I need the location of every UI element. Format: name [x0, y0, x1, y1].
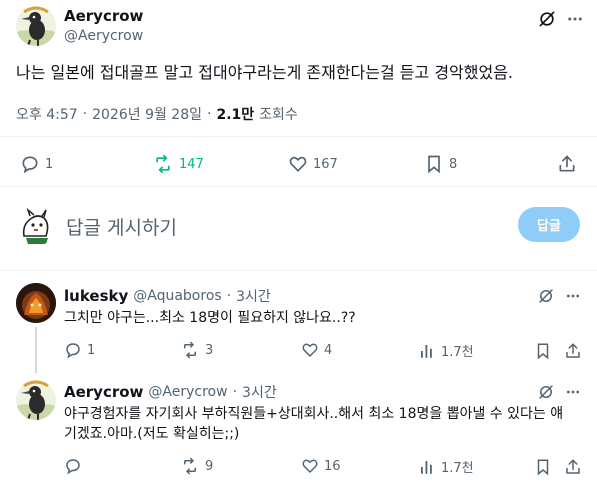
like-count: 167 — [313, 156, 338, 172]
separator-dot: · — [232, 384, 238, 400]
like-button[interactable]: 4 — [301, 341, 332, 359]
views-chart-icon — [421, 460, 432, 474]
more-options-icon[interactable] — [563, 7, 587, 31]
bookmark-button[interactable]: 8 — [424, 154, 457, 174]
views-count: 2.1만 — [216, 107, 255, 123]
repost-icon — [184, 457, 196, 475]
like-count: 16 — [324, 458, 341, 474]
share-icon[interactable] — [563, 341, 583, 361]
reply-icon — [66, 459, 80, 475]
views-button[interactable]: 1.7천 — [418, 457, 474, 476]
divider — [0, 186, 597, 187]
reply-time[interactable]: 3시간 — [242, 382, 277, 402]
heart-icon — [289, 156, 307, 172]
reply-text-line: 기겠죠.아마.(저도 확실히는;;) — [64, 426, 240, 442]
author-name[interactable]: Aerycrow — [64, 7, 143, 25]
views-button[interactable]: 1.7천 — [418, 341, 474, 360]
repost-icon — [156, 154, 170, 174]
divider — [0, 136, 597, 137]
share-icon[interactable] — [563, 457, 583, 477]
repost-button[interactable]: 9 — [180, 457, 213, 475]
heart-icon — [302, 343, 318, 358]
reply-header: Aerycrow @Aerycrow · 3시간 — [64, 382, 277, 402]
views-label: 조회수 — [259, 107, 298, 123]
heart-icon — [302, 459, 318, 474]
repost-button[interactable]: 147 — [152, 154, 204, 174]
reply-submit-button[interactable]: 답글 — [518, 207, 580, 242]
repost-count: 3 — [205, 342, 214, 358]
repost-count: 9 — [205, 458, 214, 474]
crow-avatar-image — [16, 380, 56, 420]
reply-text-line: 야구경험자를 자기회사 부하직원들+상대회사..해서 최소 18명을 뽑아낼 수… — [64, 406, 564, 422]
author-avatar[interactable] — [16, 6, 56, 46]
post-meta: 오후 4:57 · 2026년 9월 28일 · 2.1만 조회수 — [16, 104, 298, 124]
post-time[interactable]: 오후 4:57 — [16, 104, 78, 124]
like-count: 4 — [324, 342, 333, 358]
my-avatar[interactable] — [16, 206, 56, 246]
reply-button[interactable] — [64, 457, 87, 475]
reply-icon — [22, 156, 38, 174]
grok-icon[interactable] — [535, 285, 557, 307]
grok-icon[interactable] — [535, 7, 559, 31]
views-count: 1.7천 — [441, 345, 474, 360]
reply-time[interactable]: 3시간 — [236, 286, 271, 306]
like-button[interactable]: 16 — [301, 457, 341, 475]
bookmark-icon[interactable] — [533, 341, 553, 361]
bookmark-icon[interactable] — [533, 457, 553, 477]
divider — [0, 270, 597, 271]
separator-dot: · — [82, 106, 88, 122]
separator-dot: · — [226, 288, 232, 304]
post-date[interactable]: 2026년 9월 28일 — [92, 104, 202, 124]
bookmark-icon — [428, 155, 440, 174]
fire-avatar-image — [16, 283, 56, 323]
reply-text: 그치만 야구는...최소 18명이 필요하지 않나요..?? — [64, 310, 356, 326]
reply-text: 야구경험자를 자기회사 부하직원들+상대회사..해서 최소 18명을 뽑아낼 수… — [64, 404, 589, 444]
reply-button[interactable]: 1 — [64, 341, 95, 359]
repost-count: 147 — [179, 156, 204, 172]
reply-count: 1 — [45, 156, 54, 172]
more-options-icon[interactable] — [562, 381, 584, 403]
grok-icon[interactable] — [535, 381, 557, 403]
crow-avatar-image — [16, 6, 56, 46]
reply-author-handle[interactable]: @Aquaboros — [133, 288, 221, 304]
more-options-icon[interactable] — [562, 285, 584, 307]
post-text: 나는 일본에 접대골프 말고 접대야구라는게 존재한다는걸 듣고 경악했었음. — [16, 63, 514, 82]
separator-dot: · — [207, 106, 212, 122]
like-button[interactable]: 167 — [288, 154, 338, 174]
thread-line — [35, 327, 37, 373]
reply-input[interactable]: 답글 게시하기 — [66, 213, 177, 240]
reply-author-avatar[interactable] — [16, 283, 56, 323]
views-count: 1.7천 — [441, 461, 474, 476]
reply-author-name[interactable]: lukesky — [64, 287, 128, 305]
author-handle[interactable]: @Aerycrow — [64, 28, 143, 44]
reply-author-avatar[interactable] — [16, 380, 56, 420]
reply-count: 1 — [87, 342, 96, 358]
reply-author-name[interactable]: Aerycrow — [64, 383, 143, 401]
repost-icon — [184, 341, 196, 359]
bookmark-count: 8 — [449, 156, 458, 172]
reply-icon — [66, 343, 80, 359]
views-chart-icon — [421, 344, 432, 358]
share-icon[interactable] — [555, 152, 579, 176]
reply-header: lukesky @Aquaboros · 3시간 — [64, 286, 271, 306]
drawing-avatar-image — [16, 206, 56, 246]
reply-button[interactable]: 1 — [20, 154, 53, 174]
repost-button[interactable]: 3 — [180, 341, 213, 359]
reply-author-handle[interactable]: @Aerycrow — [148, 384, 227, 400]
